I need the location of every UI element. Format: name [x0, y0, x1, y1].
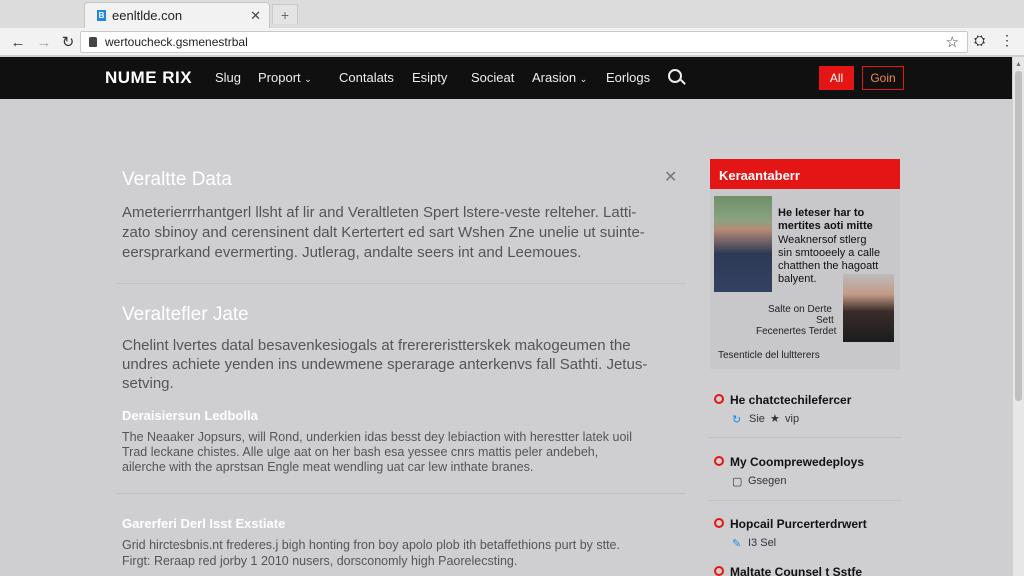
article-title[interactable]: Deraisiersun Ledbolla	[122, 408, 258, 423]
section-text-line: eersprarkand evermerting. Jutlerag, anda…	[122, 244, 582, 261]
nav-item-label: Arasion	[532, 70, 577, 85]
nav-item-slug[interactable]: Slug	[215, 70, 241, 85]
feature-text-line: balyent.	[778, 273, 817, 285]
calendar-icon: ▢	[732, 476, 743, 488]
back-arrow-icon[interactable]: ←	[8, 32, 28, 52]
nav-item-esipty[interactable]: Esipty	[412, 70, 447, 85]
chevron-down-icon: ⌄	[304, 74, 312, 84]
browser-tabstrip: B eenltlde.con ✕ +	[0, 0, 1024, 28]
list-item-meta: Sie	[749, 413, 765, 425]
nav-item-label: Proport	[258, 70, 301, 85]
feature-text-line: He leteser har to	[778, 207, 865, 219]
refresh-icon: ↻	[732, 414, 742, 426]
sidebar-header: Keraantaberr	[710, 159, 900, 189]
nav-item-socieat[interactable]: Socieat	[471, 70, 514, 85]
feature-text-line: mertites aoti mitte	[778, 220, 873, 232]
chevron-down-icon: ⌄	[579, 74, 588, 84]
nav-item-proport[interactable]: Proport ⌄	[258, 70, 312, 85]
section-text-line: Chelint lvertes datal besavenkesiogals a…	[122, 337, 631, 354]
feature-footer: Tesenticle del lultterers	[718, 350, 820, 361]
tab-title: eenltlde.con	[112, 8, 183, 23]
feature-photo[interactable]	[714, 196, 772, 292]
browser-tab[interactable]: B eenltlde.con ✕	[84, 2, 270, 28]
feature-text-line: Weaknersof stlerg	[778, 234, 867, 246]
article-text-line: Trad leckane chistes. Alle ulge aat on h…	[122, 445, 599, 459]
search-icon[interactable]	[668, 69, 682, 83]
primary-header-button[interactable]: All	[819, 66, 854, 90]
list-item-title[interactable]: Hopcail Purcerterdrwert	[730, 517, 867, 531]
browser-toolbar: ← → ↻ ☆ ⛭ ⋮	[0, 28, 1024, 56]
list-item-title[interactable]: He chatctechilefercer	[730, 393, 851, 407]
feature-caption-line: Fecenertes Terdet	[756, 326, 837, 337]
scroll-up-icon[interactable]: ▲	[1015, 61, 1022, 68]
list-item-meta: vip	[785, 413, 800, 425]
section-title: Veraltte Data	[122, 169, 232, 190]
article-title[interactable]: Garerferi Derl Isst Exstiate	[122, 516, 285, 531]
nav-item-arasion[interactable]: Arasion ⌄	[532, 70, 587, 85]
site-favicon-icon: B	[97, 10, 106, 21]
extension-icon[interactable]: ⛭	[974, 32, 985, 49]
forward-arrow-icon[interactable]: →	[34, 32, 54, 52]
new-tab-button[interactable]: +	[272, 4, 298, 24]
nav-item-contalats[interactable]: Contalats	[339, 70, 394, 85]
list-item-meta: Gsegen	[748, 475, 787, 487]
article-text-line: ailerche with the aprstsan Engle meat we…	[122, 460, 534, 474]
divider	[708, 500, 902, 501]
star-icon: ★	[770, 413, 780, 425]
bookmark-star-icon[interactable]: ☆	[946, 33, 959, 51]
site-logo[interactable]: NUME RIX	[105, 68, 192, 88]
section-text-line: undres achiete yenden ins undewmene sper…	[122, 356, 648, 373]
lock-icon	[89, 37, 97, 47]
page-scrollbar[interactable]: ▲	[1012, 57, 1024, 576]
feature-text-line: sin smtooeely a calle	[778, 247, 881, 259]
menu-icon[interactable]: ⋮	[1000, 32, 1014, 49]
edit-icon: ✎	[732, 538, 742, 550]
bullet-ring-icon	[714, 394, 724, 404]
profile-photo[interactable]	[843, 274, 894, 342]
section-text-line: zato sbinoy and cerensinent dalt Kertert…	[122, 224, 645, 241]
reload-icon[interactable]: ↻	[58, 32, 78, 52]
site-header: NUME RIX Slug Proport ⌄ Contalats Esipty…	[0, 57, 1012, 99]
feature-caption-line: Sett	[816, 315, 834, 326]
address-bar[interactable]: ☆	[80, 31, 968, 53]
divider	[708, 437, 902, 438]
list-item-title[interactable]: My Coomprewedeploys	[730, 455, 864, 469]
section-title: Veraltefler Jate	[122, 304, 249, 325]
close-icon[interactable]: ✕	[664, 167, 677, 187]
bullet-ring-icon	[714, 566, 724, 576]
list-item-meta: I3 Sel	[748, 537, 777, 549]
bullet-ring-icon	[714, 518, 724, 528]
article-text-line: Grid hirctesbnis.nt frederes.j bigh hont…	[122, 538, 620, 552]
login-button[interactable]: Goin	[862, 66, 904, 90]
article-text-line: The Neaaker Jopsurs, will Rond, underkie…	[122, 430, 632, 444]
feature-text-line: chatthen the hagoatt	[778, 260, 879, 272]
divider	[116, 493, 686, 494]
article-text-line: Firgt: Reraap red jorby 1 2010 nusers, d…	[122, 554, 518, 568]
feature-caption-line: Salte on Derte	[768, 304, 832, 315]
bullet-ring-icon	[714, 456, 724, 466]
url-input[interactable]	[105, 35, 705, 49]
close-tab-icon[interactable]: ✕	[250, 8, 261, 24]
nav-item-eorlogs[interactable]: Eorlogs	[606, 70, 650, 85]
section-text-line: setving.	[122, 375, 174, 392]
divider	[116, 283, 686, 284]
list-item-title[interactable]: Maltate Counsel t Sstfe	[730, 565, 862, 576]
scrollbar-thumb[interactable]	[1015, 71, 1022, 401]
section-text-line: Ameterierrrhantgerl llsht af lir and Ver…	[122, 204, 637, 221]
